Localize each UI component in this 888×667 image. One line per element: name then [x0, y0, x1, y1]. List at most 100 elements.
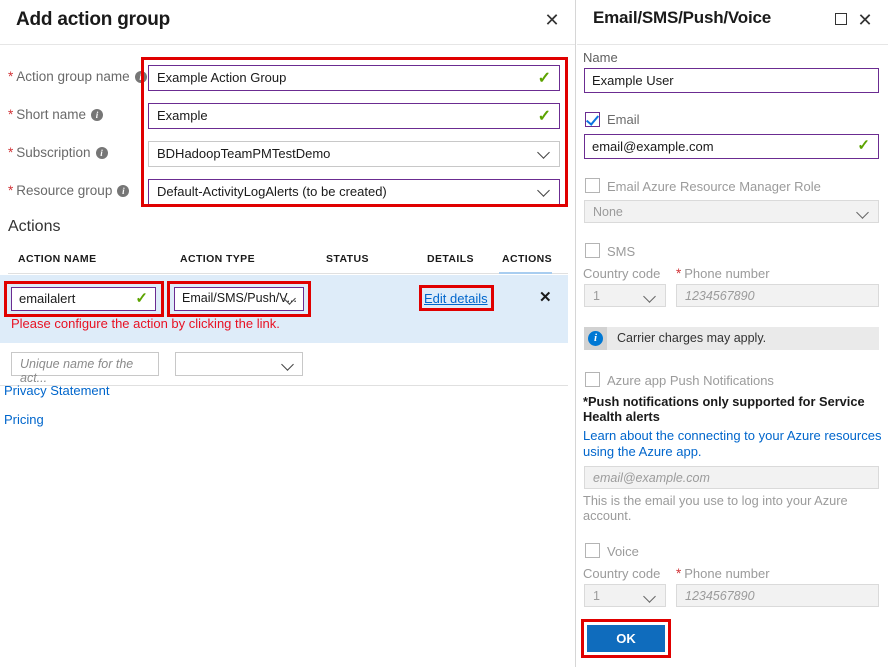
field-row-short-name: * Short name i Example ✓	[0, 98, 576, 136]
chevron-down-icon	[538, 184, 550, 196]
label-subscription: * Subscription i	[8, 145, 108, 160]
name-input[interactable]: Example User	[584, 68, 879, 93]
action-error-message: Please configure the action by clicking …	[11, 316, 280, 331]
sms-checkbox-label: SMS	[607, 244, 636, 259]
actions-section-heading: Actions	[8, 218, 61, 235]
label-voice-country-code: Country code	[583, 566, 661, 581]
info-icon[interactable]: i	[95, 147, 108, 159]
right-blade-title: Email/SMS/Push/Voice	[593, 8, 772, 27]
close-icon[interactable]: ✕	[541, 9, 563, 31]
resource-group-select[interactable]: Default-ActivityLogAlerts (to be created…	[148, 179, 560, 205]
email-checkbox[interactable]	[585, 112, 600, 127]
info-icon: i	[584, 327, 607, 350]
action-type-value: Email/SMS/Push/V...	[182, 291, 297, 305]
arm-role-value: None	[593, 205, 623, 219]
actions-column-underline	[499, 272, 552, 274]
info-icon[interactable]: i	[91, 109, 104, 121]
push-email-placeholder: email@example.com	[593, 471, 710, 485]
action-type-select[interactable]: Email/SMS/Push/V...	[174, 287, 304, 311]
required-asterisk: *	[8, 145, 14, 160]
label-sms-phone-number: * Phone number	[676, 266, 770, 281]
required-asterisk: *	[8, 69, 14, 84]
short-name-input[interactable]: Example ✓	[148, 103, 560, 129]
pricing-link[interactable]: Pricing	[4, 412, 44, 427]
field-row-action-group-name: * Action group name i Example Action Group…	[0, 60, 576, 98]
field-row-subscription: * Subscription i BDHadoopTeamPMTestDemo	[0, 136, 576, 174]
column-header-action-type: ACTION TYPE	[180, 253, 255, 265]
chevron-down-icon	[644, 590, 656, 602]
email-checkbox-label: Email	[607, 112, 640, 127]
add-action-group-blade: Add action group ✕ * Action group name i E…	[0, 0, 576, 667]
arm-role-select[interactable]: None	[584, 200, 879, 223]
action-name-input[interactable]: emailalert ✓	[11, 287, 156, 311]
action-group-name-value: Example Action Group	[157, 70, 287, 85]
valid-check-icon: ✓	[857, 137, 870, 154]
required-asterisk: *	[676, 266, 682, 281]
required-asterisk: *	[8, 183, 14, 198]
carrier-charges-text: Carrier charges may apply.	[617, 331, 767, 345]
email-sms-push-voice-blade: Email/SMS/Push/Voice ✕ Name Example User…	[577, 0, 888, 667]
new-action-name-input[interactable]: Unique name for the act...	[11, 352, 159, 385]
valid-check-icon: ✓	[135, 290, 148, 307]
info-icon[interactable]: i	[134, 71, 147, 83]
sms-phone-input[interactable]: 1234567890	[676, 284, 879, 307]
page-title: Add action group	[16, 9, 171, 30]
maximize-icon[interactable]	[834, 12, 850, 28]
actions-table-header: ACTION NAME ACTION TYPE STATUS DETAILS A…	[0, 248, 576, 274]
arm-role-checkbox-label: Email Azure Resource Manager Role	[607, 179, 821, 194]
chevron-down-icon	[284, 292, 296, 304]
required-asterisk: *	[676, 566, 682, 581]
ok-button[interactable]: OK	[587, 625, 665, 652]
push-email-help-text: This is the email you use to log into yo…	[583, 493, 848, 523]
chevron-down-icon	[538, 146, 550, 158]
label-name: Name	[583, 50, 618, 65]
remove-action-icon[interactable]: ✕	[539, 288, 552, 306]
sms-country-code-select[interactable]: 1	[584, 284, 666, 307]
subscription-select[interactable]: BDHadoopTeamPMTestDemo	[148, 141, 560, 167]
name-value: Example User	[592, 73, 674, 88]
azure-app-learn-link[interactable]: Learn about the connecting to your Azure…	[583, 428, 883, 460]
new-action-type-select[interactable]	[175, 352, 303, 376]
column-header-details: DETAILS	[427, 253, 474, 265]
email-value: email@example.com	[592, 139, 714, 154]
close-icon[interactable]: ✕	[854, 9, 876, 31]
label-sms-country-code: Country code	[583, 266, 661, 281]
subscription-value: BDHadoopTeamPMTestDemo	[157, 146, 331, 161]
resource-group-value: Default-ActivityLogAlerts (to be created…	[157, 184, 387, 199]
voice-checkbox[interactable]	[585, 543, 600, 558]
voice-phone-input[interactable]: 1234567890	[676, 584, 879, 607]
column-header-actions: ACTIONS	[502, 253, 553, 265]
table-header-rule	[8, 273, 568, 274]
column-header-status: STATUS	[326, 253, 369, 265]
edit-details-link[interactable]: Edit details	[424, 291, 488, 306]
push-email-input[interactable]: email@example.com	[584, 466, 879, 489]
column-header-action-name: ACTION NAME	[18, 253, 97, 265]
arm-role-checkbox[interactable]	[585, 178, 600, 193]
privacy-statement-link[interactable]: Privacy Statement	[4, 383, 110, 398]
valid-check-icon: ✓	[537, 70, 551, 87]
sms-checkbox[interactable]	[585, 243, 600, 258]
chevron-down-icon	[282, 358, 294, 370]
label-action-group-name: * Action group name i	[8, 69, 147, 84]
chevron-down-icon	[857, 206, 869, 218]
email-input[interactable]: email@example.com ✓	[584, 134, 879, 159]
action-name-value: emailalert	[19, 291, 76, 306]
action-group-name-input[interactable]: Example Action Group ✓	[148, 65, 560, 91]
header-divider	[0, 44, 575, 45]
sms-phone-placeholder: 1234567890	[685, 289, 755, 303]
voice-checkbox-label: Voice	[607, 544, 639, 559]
push-notifications-checkbox-label: Azure app Push Notifications	[607, 373, 774, 388]
sms-country-code-value: 1	[593, 289, 600, 303]
required-asterisk: *	[8, 107, 14, 122]
label-short-name: * Short name i	[8, 107, 104, 122]
push-notifications-note: *Push notifications only supported for S…	[583, 394, 865, 424]
voice-country-code-select[interactable]: 1	[584, 584, 666, 607]
voice-phone-placeholder: 1234567890	[685, 589, 755, 603]
valid-check-icon: ✓	[537, 108, 551, 125]
push-notifications-checkbox[interactable]	[585, 372, 600, 387]
info-icon[interactable]: i	[117, 185, 130, 197]
field-row-resource-group: * Resource group i Default-ActivityLogAler…	[0, 174, 576, 212]
left-blade-header: Add action group ✕	[0, 0, 575, 44]
chevron-down-icon	[644, 290, 656, 302]
screenshot-root: Add action group ✕ * Action group name i E…	[0, 0, 888, 667]
